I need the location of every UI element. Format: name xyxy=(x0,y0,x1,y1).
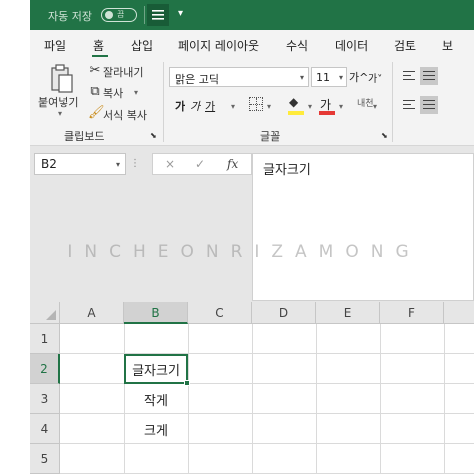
resize-handle-icon[interactable]: ⋮ xyxy=(130,158,140,169)
format-painter-button[interactable]: 서식 복사 xyxy=(103,107,147,123)
formula-buttons: × ✓ fx xyxy=(152,153,252,175)
borders-chevron-down-icon[interactable]: ▾ xyxy=(267,102,271,111)
align-center-icon[interactable] xyxy=(420,96,438,114)
fill-color-bucket-icon[interactable]: ◆ xyxy=(289,95,298,109)
ribbon: 붙여넣기 ▾ ✂ 잘라내기 ⧉ 복사 ▾ 🖌 서식 복사 클립보드 ⬊ 맑은 고… xyxy=(30,58,474,146)
enter-check-icon[interactable]: ✓ xyxy=(195,157,205,171)
grid-line xyxy=(444,324,445,474)
paste-button-label[interactable]: 붙여넣기 xyxy=(38,94,78,110)
titlebar-divider xyxy=(144,6,145,24)
font-name-select[interactable]: 맑은 고딕 ▾ xyxy=(169,67,309,87)
grow-font-button[interactable]: 가^ xyxy=(349,69,368,85)
align-middle-icon[interactable] xyxy=(420,67,438,85)
row-header-5[interactable]: 5 xyxy=(30,444,60,474)
fill-color-swatch xyxy=(288,111,304,115)
formula-bar-area: B2 ▾ ⋮ × ✓ fx 글자크기 xyxy=(30,146,474,302)
menu-icon[interactable] xyxy=(147,4,169,26)
formula-input[interactable]: 글자크기 xyxy=(252,153,474,301)
active-tab-indicator xyxy=(92,55,108,57)
font-color-swatch xyxy=(319,111,335,115)
font-color-chevron-down-icon[interactable]: ▾ xyxy=(339,102,343,111)
font-group-label: 글꼴 xyxy=(260,130,281,143)
autosave-toggle[interactable]: 끔 xyxy=(101,8,137,22)
copy-button[interactable]: 복사 xyxy=(103,85,123,101)
tab-file[interactable]: 파일 xyxy=(44,37,66,54)
font-name-value: 맑은 고딕 xyxy=(175,73,219,86)
grid-line xyxy=(60,383,474,384)
row-header-2[interactable]: 2 xyxy=(30,354,60,384)
toggle-knob-icon xyxy=(105,11,113,19)
worksheet-grid[interactable]: A B C D E F 1 2 3 4 5 글자크기 작게 크게 xyxy=(30,302,474,474)
paste-icon[interactable] xyxy=(50,64,74,94)
tab-insert[interactable]: 삽입 xyxy=(131,37,153,54)
shrink-font-button[interactable]: 가˅ xyxy=(368,70,382,85)
tab-home[interactable]: 홈 xyxy=(93,37,104,54)
column-header-d[interactable]: D xyxy=(252,302,316,324)
select-all-button[interactable] xyxy=(30,302,60,324)
bold-button[interactable]: 가 xyxy=(175,98,185,114)
tab-view[interactable]: 보 xyxy=(442,37,453,54)
grid-line xyxy=(252,324,253,474)
column-header-g[interactable] xyxy=(444,302,474,324)
grid-line xyxy=(60,443,474,444)
scissors-icon[interactable]: ✂ xyxy=(88,64,102,78)
clipboard-dialog-launcher-icon[interactable]: ⬊ xyxy=(150,131,157,140)
name-box-value: B2 xyxy=(41,157,57,171)
chevron-down-icon: ▾ xyxy=(338,73,343,82)
phonetic-guide-button[interactable]: 내천 xyxy=(357,96,374,109)
borders-icon[interactable] xyxy=(249,97,263,111)
row-header-1[interactable]: 1 xyxy=(30,324,60,354)
column-header-f[interactable]: F xyxy=(380,302,444,324)
row-header-3[interactable]: 3 xyxy=(30,384,60,414)
italic-button[interactable]: 가 xyxy=(190,98,200,114)
paste-chevron-down-icon[interactable]: ▾ xyxy=(58,109,62,118)
group-divider xyxy=(163,62,164,142)
clipboard-group-label: 클립보드 xyxy=(64,130,105,143)
tab-data[interactable]: 데이터 xyxy=(335,37,368,54)
column-header-a[interactable]: A xyxy=(60,302,124,324)
align-left-icon[interactable] xyxy=(400,67,418,85)
fill-color-chevron-down-icon[interactable]: ▾ xyxy=(308,102,312,111)
column-header-e[interactable]: E xyxy=(316,302,380,324)
chevron-down-icon: ▾ xyxy=(299,73,304,82)
font-size-value: 11 xyxy=(316,71,330,84)
cell-b3[interactable]: 작게 xyxy=(124,390,188,409)
active-cell-border xyxy=(124,354,190,386)
underline-button[interactable]: 가 xyxy=(205,98,215,114)
phonetic-chevron-down-icon[interactable]: ▾ xyxy=(373,102,377,111)
fill-handle[interactable] xyxy=(184,380,190,386)
tab-review[interactable]: 검토 xyxy=(394,37,416,54)
formula-content: 글자크기 xyxy=(263,163,311,178)
tab-formulas[interactable]: 수식 xyxy=(286,37,308,54)
copy-icon[interactable]: ⧉ xyxy=(88,85,102,99)
cut-button[interactable]: 잘라내기 xyxy=(103,64,143,80)
title-bar: 자동 저장 끔 ▾ xyxy=(30,0,474,30)
chevron-down-icon: ▾ xyxy=(115,160,120,169)
ribbon-tabs: 파일 홈 삽입 페이지 레이아웃 수식 데이터 검토 보 xyxy=(30,30,474,58)
grid-line xyxy=(380,324,381,474)
grid-line xyxy=(60,353,474,354)
underline-chevron-down-icon[interactable]: ▾ xyxy=(231,102,235,111)
row-header-4[interactable]: 4 xyxy=(30,414,60,444)
name-box[interactable]: B2 ▾ xyxy=(34,153,126,175)
font-size-select[interactable]: 11 ▾ xyxy=(311,67,347,87)
customize-toolbar-chevron-down-icon[interactable]: ▾ xyxy=(178,8,183,19)
excel-window: 자동 저장 끔 ▾ 파일 홈 삽입 페이지 레이아웃 수식 데이터 검토 보 붙… xyxy=(30,0,474,474)
grid-line xyxy=(188,324,189,474)
cell-b4[interactable]: 크게 xyxy=(124,420,188,439)
autosave-state: 끔 xyxy=(117,10,125,19)
column-header-c[interactable]: C xyxy=(188,302,252,324)
insert-function-icon[interactable]: fx xyxy=(227,157,238,171)
grid-line xyxy=(316,324,317,474)
tab-page-layout[interactable]: 페이지 레이아웃 xyxy=(178,37,259,54)
autosave-label: 자동 저장 xyxy=(48,10,92,23)
column-header-b[interactable]: B xyxy=(124,302,188,324)
align-text-left-icon[interactable] xyxy=(400,96,418,114)
cancel-icon[interactable]: × xyxy=(165,157,175,171)
grid-line xyxy=(60,413,474,414)
group-divider xyxy=(392,62,393,142)
copy-chevron-down-icon[interactable]: ▾ xyxy=(134,88,138,97)
font-dialog-launcher-icon[interactable]: ⬊ xyxy=(381,131,388,140)
format-painter-icon[interactable]: 🖌 xyxy=(88,106,105,120)
